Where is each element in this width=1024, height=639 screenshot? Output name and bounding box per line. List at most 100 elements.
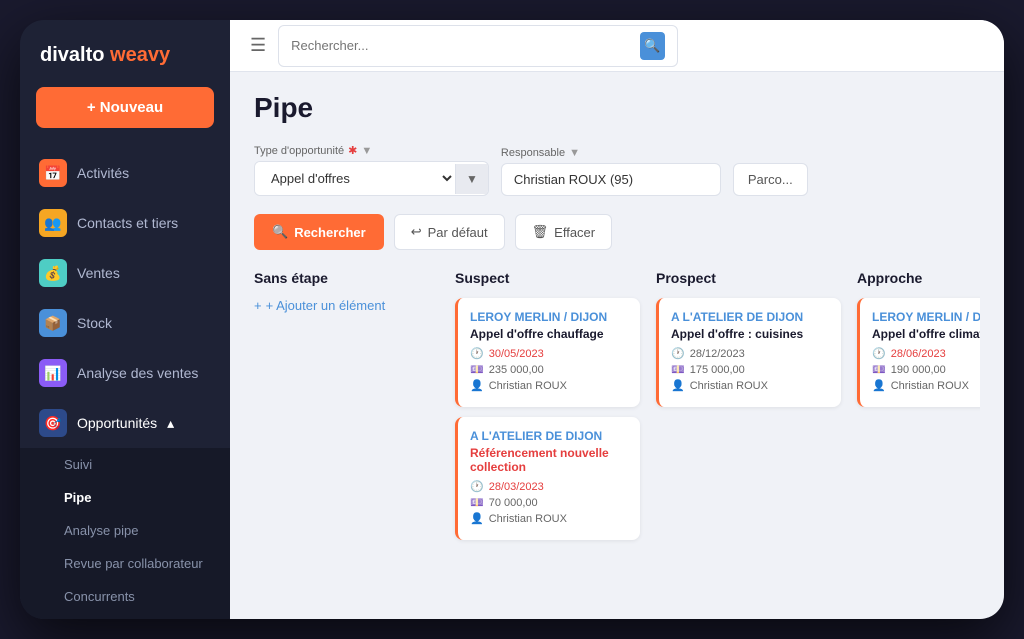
clear-button[interactable]: 🗑 Effacer (515, 214, 612, 250)
card-person-meta: 👤 Christian ROUX (470, 512, 628, 525)
card-date-meta: 🕐 28/12/2023 (671, 347, 829, 360)
new-button[interactable]: + Nouveau (36, 87, 214, 128)
col-header-sans-etape: Sans étape (254, 270, 439, 286)
subnav-suivi[interactable]: Suivi (64, 448, 230, 481)
money-icon: 💷 (872, 363, 886, 376)
clock-icon: 🕐 (470, 347, 484, 360)
type-select[interactable]: Appel d'offres (255, 162, 455, 195)
card-title: Appel d'offre chauffage (470, 327, 628, 341)
kanban-col-approche: Approche LEROY MERLIN / DIJON Appel d'of… (857, 270, 980, 550)
card-company: LEROY MERLIN / DIJON (872, 310, 980, 324)
subnav-pipe[interactable]: Pipe (64, 481, 230, 514)
kanban-card[interactable]: LEROY MERLIN / DIJON Appel d'offre chauf… (455, 298, 640, 407)
card-person: Christian ROUX (489, 380, 567, 392)
sidebar-item-activites[interactable]: 📅 Activités (20, 148, 230, 198)
money-icon: 💷 (671, 363, 685, 376)
kanban-card[interactable]: A L'ATELIER DE DIJON Référencement nouve… (455, 417, 640, 540)
search-button[interactable]: 🔍 Rechercher (254, 214, 384, 250)
search-btn-icon: 🔍 (272, 224, 288, 240)
page-title: Pipe (254, 92, 980, 124)
default-button[interactable]: ↩ Par défaut (394, 214, 505, 250)
search-bar: 🔍 (278, 25, 678, 67)
action-buttons: 🔍 Rechercher ↩ Par défaut 🗑 Effacer (254, 214, 980, 250)
search-button[interactable]: 🔍 (640, 32, 666, 60)
person-icon: 👤 (470, 512, 484, 525)
card-date: 28/06/2023 (891, 348, 946, 360)
card-person-meta: 👤 Christian ROUX (671, 379, 829, 392)
clock-icon: 🕐 (470, 480, 484, 493)
card-amount-meta: 💷 235 000,00 (470, 363, 628, 376)
card-amount: 235 000,00 (489, 364, 544, 376)
trash-icon: 🗑 (532, 224, 549, 240)
card-title: Référencement nouvelle collection (470, 446, 628, 474)
kanban-col-prospect: Prospect A L'ATELIER DE DIJON Appel d'of… (656, 270, 841, 550)
app-logo: divalto weavy (20, 20, 230, 87)
kanban-card[interactable]: A L'ATELIER DE DIJON Appel d'offre : cui… (656, 298, 841, 407)
col-header-prospect: Prospect (656, 270, 841, 286)
card-person: Christian ROUX (690, 380, 768, 392)
kanban-card[interactable]: LEROY MERLIN / DIJON Appel d'offre clima… (857, 298, 980, 407)
money-icon: 💷 (470, 496, 484, 509)
type-filter-group: Type d'opportunité ✱ ▼ Appel d'offres ▼ (254, 144, 489, 196)
activites-icon: 📅 (39, 159, 67, 187)
sidebar-item-label: Analyse des ventes (77, 365, 198, 381)
top-header: ☰ 🔍 (230, 20, 1004, 72)
type-select-wrap: Appel d'offres ▼ (254, 161, 489, 196)
menu-icon[interactable]: ☰ (250, 35, 266, 56)
responsable-input[interactable] (501, 163, 721, 196)
kanban-col-sans-etape: Sans étape + + Ajouter un élément (254, 270, 439, 550)
subnav-revue[interactable]: Revue par collaborateur (64, 547, 230, 580)
parcourir-button[interactable]: Parco... (733, 163, 808, 196)
analyse-icon: 📊 (39, 359, 67, 387)
responsable-filter-icon: ▼ (569, 147, 580, 159)
card-date: 28/03/2023 (489, 481, 544, 493)
subnav-leads[interactable]: Leads (64, 613, 230, 619)
search-input[interactable] (291, 38, 632, 53)
opportunites-submenu: Suivi Pipe Analyse pipe Revue par collab… (20, 448, 230, 619)
contacts-icon: 👥 (39, 209, 67, 237)
sidebar-item-ventes[interactable]: 💰 Ventes (20, 248, 230, 298)
device-frame: divalto weavy + Nouveau 📅 Activités 👥 Co… (20, 20, 1004, 619)
sidebar-item-stock[interactable]: 📦 Stock (20, 298, 230, 348)
card-amount: 190 000,00 (891, 364, 946, 376)
card-person: Christian ROUX (489, 513, 567, 525)
sidebar-item-label: Activités (77, 165, 129, 181)
clock-icon: 🕐 (872, 347, 886, 360)
add-icon: + (254, 298, 262, 313)
sidebar: divalto weavy + Nouveau 📅 Activités 👥 Co… (20, 20, 230, 619)
card-company: LEROY MERLIN / DIJON (470, 310, 628, 324)
sidebar-item-label: Contacts et tiers (77, 215, 178, 231)
sidebar-item-analyse[interactable]: 📊 Analyse des ventes (20, 348, 230, 398)
sidebar-item-label: Stock (77, 315, 112, 331)
clock-icon: 🕐 (671, 347, 685, 360)
sidebar-item-opportunites[interactable]: 🎯 Opportunités (20, 398, 230, 448)
kanban-col-suspect: Suspect LEROY MERLIN / DIJON Appel d'off… (455, 270, 640, 550)
main-content: ☰ 🔍 Pipe Type d'opportunité ✱ ▼ (230, 20, 1004, 619)
subnav-concurrents[interactable]: Concurrents (64, 580, 230, 613)
page-content: Pipe Type d'opportunité ✱ ▼ Appel d'offr… (230, 72, 1004, 619)
sidebar-item-contacts[interactable]: 👥 Contacts et tiers (20, 198, 230, 248)
card-date: 30/05/2023 (489, 348, 544, 360)
card-amount-meta: 💷 70 000,00 (470, 496, 628, 509)
card-company: A L'ATELIER DE DIJON (470, 429, 628, 443)
select-arrow[interactable]: ▼ (455, 164, 488, 194)
col-header-approche: Approche (857, 270, 980, 286)
card-title: Appel d'offre climatisation (872, 327, 980, 341)
card-date-meta: 🕐 28/06/2023 (872, 347, 980, 360)
type-filter-label: Type d'opportunité ✱ ▼ (254, 144, 489, 157)
sidebar-item-label: Ventes (77, 265, 120, 281)
sidebar-nav: 📅 Activités 👥 Contacts et tiers 💰 Ventes… (20, 148, 230, 619)
responsable-filter-label: Responsable ▼ (501, 147, 721, 159)
filter-actions: Parco... (733, 145, 808, 196)
kanban-board: Sans étape + + Ajouter un élément Suspec… (254, 270, 980, 560)
person-icon: 👤 (470, 379, 484, 392)
subnav-analyse-pipe[interactable]: Analyse pipe (64, 514, 230, 547)
card-person: Christian ROUX (891, 380, 969, 392)
add-element-btn[interactable]: + + Ajouter un élément (254, 298, 439, 313)
filters-row: Type d'opportunité ✱ ▼ Appel d'offres ▼ … (254, 144, 980, 196)
opportunites-icon: 🎯 (39, 409, 67, 437)
person-icon: 👤 (671, 379, 685, 392)
person-icon: 👤 (872, 379, 886, 392)
responsable-filter-group: Responsable ▼ (501, 147, 721, 196)
card-amount: 70 000,00 (489, 497, 538, 509)
